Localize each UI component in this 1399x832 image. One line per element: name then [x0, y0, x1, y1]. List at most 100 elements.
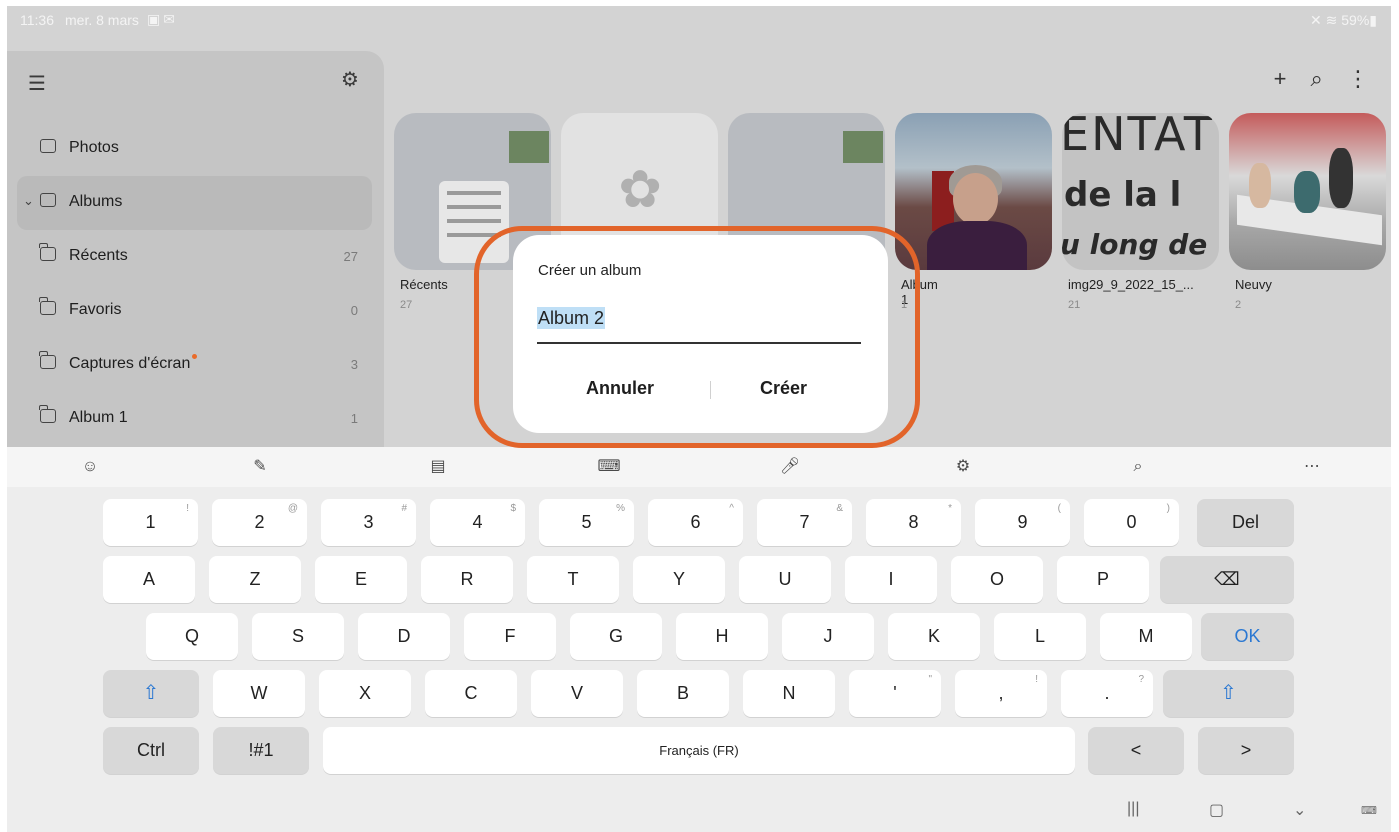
key-3[interactable]: 3 # [321, 499, 416, 546]
key-a[interactable]: A [103, 556, 195, 603]
key-5[interactable]: 5% [539, 499, 634, 546]
cursor-right-key[interactable]: > [1198, 727, 1294, 774]
key-g[interactable]: G [570, 613, 662, 660]
key-l[interactable]: L [994, 613, 1086, 660]
emoji-icon[interactable]: ☺ [77, 455, 103, 479]
key-u[interactable]: U [739, 556, 831, 603]
key-d[interactable]: D [358, 613, 450, 660]
key-v[interactable]: V [531, 670, 623, 717]
delete-key[interactable]: Del [1197, 499, 1294, 546]
chevron-down-icon[interactable]: ⌄ [23, 193, 34, 209]
settings-gear-icon[interactable]: ⚙ [341, 67, 359, 92]
key-n[interactable]: N [743, 670, 835, 717]
more-tools-icon[interactable]: ⋯ [1299, 455, 1325, 479]
shift-icon: ⇧ [142, 682, 160, 704]
key-label: , [998, 683, 1004, 703]
key-period[interactable]: .? [1061, 670, 1153, 717]
keyboard-settings-icon[interactable]: ⚙ [950, 455, 976, 479]
key-c[interactable]: C [425, 670, 517, 717]
sidebar-item-album-1[interactable]: Album 1 1 [17, 392, 372, 446]
shift-right-key[interactable]: ⇧ [1163, 670, 1294, 717]
key-1[interactable]: 1! [103, 499, 198, 546]
key-sublabel: ) [1166, 503, 1170, 514]
key-comma[interactable]: ,! [955, 670, 1047, 717]
captures-label: Captures d'écran [69, 355, 191, 372]
hamburger-menu-icon[interactable]: ☰ [28, 71, 46, 96]
handwriting-icon[interactable]: ✎ [247, 455, 273, 479]
create-button[interactable]: Créer [760, 378, 807, 399]
key-t[interactable]: T [527, 556, 619, 603]
sidebar-item-recents[interactable]: Récents 27 [17, 230, 372, 284]
sidebar-item-photos[interactable]: Photos [17, 122, 372, 176]
keyboard-switch-icon[interactable]: ⌨ [1361, 804, 1377, 817]
folder-icon [39, 351, 56, 369]
album-name-input[interactable]: Album 2 [537, 307, 861, 344]
key-sublabel: ( [1057, 503, 1061, 514]
key-4[interactable]: 4 $ [430, 499, 525, 546]
recent-apps-icon[interactable]: ||| [1127, 800, 1139, 818]
cursor-left-key[interactable]: < [1088, 727, 1184, 774]
on-screen-keyboard: ☺ ✎ ▤ ⌨ 🎤︎ ⚙ ⌕ ⋯ 1! 2 @ 3 # 4 $ 5% 6 ^ 7 & 8 *… [7, 447, 1391, 832]
backspace-icon: ⌫ [1214, 569, 1240, 589]
key-o[interactable]: O [951, 556, 1043, 603]
cancel-button[interactable]: Annuler [586, 378, 654, 399]
key-8[interactable]: 8 * [866, 499, 961, 546]
microphone-icon[interactable]: 🎤︎ [777, 455, 803, 479]
key-b[interactable]: B [637, 670, 729, 717]
folder-icon [39, 297, 56, 315]
key-e[interactable]: E [315, 556, 407, 603]
key-m[interactable]: M [1100, 613, 1192, 660]
key-label: ' [893, 683, 897, 703]
sidebar-item-count: 27 [343, 249, 358, 264]
key-y[interactable]: Y [633, 556, 725, 603]
hide-keyboard-icon[interactable]: ⌄ [1293, 800, 1306, 820]
key-2[interactable]: 2 @ [212, 499, 307, 546]
key-apostrophe[interactable]: ' " [849, 670, 941, 717]
thumb-person [1329, 148, 1353, 208]
dialog-title: Créer un album [538, 262, 642, 279]
folder-icon [39, 243, 56, 261]
key-label: X [358, 683, 371, 703]
add-icon[interactable]: + [1274, 66, 1287, 92]
key-f[interactable]: F [464, 613, 556, 660]
key-h[interactable]: H [676, 613, 768, 660]
sidebar-item-albums[interactable]: ⌄ Albums [17, 176, 372, 230]
key-p[interactable]: P [1057, 556, 1149, 603]
key-9[interactable]: 9( [975, 499, 1070, 546]
key-z[interactable]: Z [209, 556, 301, 603]
key-7[interactable]: 7 & [757, 499, 852, 546]
album-thumb-album-1[interactable] [895, 113, 1052, 270]
symbols-key[interactable]: !#1 [213, 727, 309, 774]
clipboard-icon[interactable]: ▤ [425, 455, 451, 479]
key-0[interactable]: 0) [1084, 499, 1179, 546]
album-thumb-img29[interactable]: ENTAT de la l u long de [1062, 113, 1219, 270]
top-actions: + ⌕ ⋮ [1256, 66, 1369, 92]
sidebar-item-captures[interactable]: Captures d'écran 3 [17, 338, 372, 392]
key-i[interactable]: I [845, 556, 937, 603]
key-w[interactable]: W [213, 670, 305, 717]
home-icon[interactable]: ▢ [1209, 800, 1224, 820]
shift-left-key[interactable]: ⇧ [103, 670, 199, 717]
key-j[interactable]: J [782, 613, 874, 660]
key-x[interactable]: X [319, 670, 411, 717]
keyboard-search-icon[interactable]: ⌕ [1125, 455, 1151, 479]
status-right: ✕ ≋ 59%▮ [1310, 12, 1377, 29]
album-thumb-neuvy[interactable] [1229, 113, 1386, 270]
ctrl-key[interactable]: Ctrl [103, 727, 199, 774]
key-k[interactable]: K [888, 613, 980, 660]
sidebar-item-label: Captures d'écran [69, 354, 198, 373]
more-options-icon[interactable]: ⋮ [1347, 66, 1369, 92]
backspace-key[interactable]: ⌫ [1160, 556, 1294, 603]
space-key[interactable]: Français (FR) [323, 727, 1075, 774]
key-label: 0 [1126, 512, 1137, 532]
sidebar-item-favoris[interactable]: Favoris 0 [17, 284, 372, 338]
ok-key[interactable]: OK [1201, 613, 1294, 660]
key-6[interactable]: 6 ^ [648, 499, 743, 546]
search-icon[interactable]: ⌕ [1311, 66, 1323, 92]
key-label: V [570, 683, 583, 703]
key-q[interactable]: Q [146, 613, 238, 660]
keyboard-mode-icon[interactable]: ⌨ [596, 455, 622, 479]
key-s[interactable]: S [252, 613, 344, 660]
thumb-face [953, 173, 998, 225]
key-r[interactable]: R [421, 556, 513, 603]
